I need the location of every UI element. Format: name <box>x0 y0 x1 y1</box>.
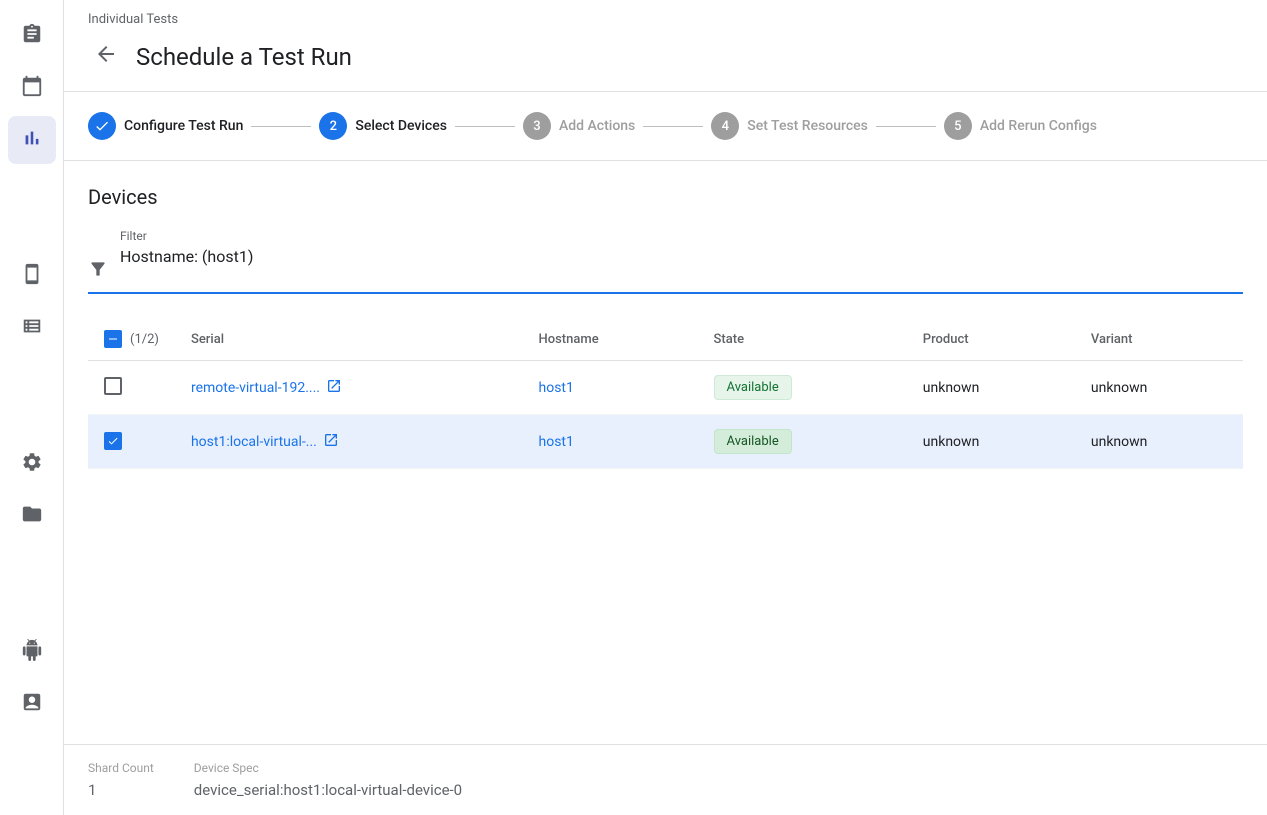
step-2-circle: 2 <box>319 112 347 140</box>
table-row[interactable]: host1:local-virtual-... host1 Available … <box>88 415 1243 469</box>
sidebar <box>0 0 64 815</box>
sidebar-item-settings[interactable] <box>8 440 56 488</box>
row1-state-badge: Available <box>714 375 792 400</box>
breadcrumb: Individual Tests <box>64 0 1267 31</box>
device-spec-field: Device Spec device_serial:host1:local-vi… <box>194 761 462 799</box>
device-spec-label: Device Spec <box>194 761 462 775</box>
shard-count-field: Shard Count 1 <box>88 761 154 799</box>
step-5: 5 Add Rerun Configs <box>944 112 1097 140</box>
step-connector-4 <box>876 126 936 127</box>
step-4: 4 Set Test Resources <box>711 112 868 140</box>
sidebar-item-grid[interactable] <box>8 304 56 352</box>
step-1-label: Configure Test Run <box>124 118 243 134</box>
row2-serial-link[interactable]: host1:local-virtual-... <box>191 432 507 452</box>
stepper: Configure Test Run 2 Select Devices 3 Ad… <box>64 92 1267 161</box>
row2-checkbox-cell[interactable] <box>88 415 175 469</box>
main-content: Individual Tests Schedule a Test Run Con… <box>64 0 1267 815</box>
table-body: remote-virtual-192.... host1 Available u… <box>88 361 1243 469</box>
filter-value: Hostname: (host1) <box>120 247 253 266</box>
row2-state-badge: Available <box>714 429 792 454</box>
step-3: 3 Add Actions <box>523 112 635 140</box>
folder-icon <box>21 503 43 530</box>
step-connector-2 <box>455 126 515 127</box>
row1-checkbox[interactable] <box>104 377 122 395</box>
step-connector-1 <box>251 126 311 127</box>
back-arrow-icon <box>94 42 118 72</box>
col-product: Product <box>907 318 1075 361</box>
devices-section-title: Devices <box>88 185 1243 209</box>
sidebar-item-folder[interactable] <box>8 492 56 540</box>
step-3-label: Add Actions <box>559 118 635 134</box>
row2-hostname: host1 <box>523 415 698 469</box>
select-count: (1/2) <box>130 332 159 347</box>
row1-serial: remote-virtual-192.... <box>175 361 523 415</box>
back-button[interactable] <box>88 39 124 75</box>
sidebar-item-calendar[interactable] <box>8 64 56 112</box>
step-1: Configure Test Run <box>88 112 243 140</box>
grid-icon <box>21 315 43 342</box>
filter-content: Filter Hostname: (host1) <box>120 229 253 266</box>
step-3-circle: 3 <box>523 112 551 140</box>
sidebar-item-chart[interactable] <box>8 116 56 164</box>
step-5-label: Add Rerun Configs <box>980 118 1097 134</box>
row1-checkbox-cell[interactable] <box>88 361 175 415</box>
page-header: Schedule a Test Run <box>64 31 1267 92</box>
step-4-label: Set Test Resources <box>747 118 868 134</box>
row2-serial: host1:local-virtual-... <box>175 415 523 469</box>
select-all-checkbox[interactable] <box>104 330 122 348</box>
filter-label: Filter <box>120 229 253 243</box>
sidebar-item-android[interactable] <box>8 628 56 676</box>
step-4-circle: 4 <box>711 112 739 140</box>
row2-state: Available <box>698 415 907 469</box>
table-row[interactable]: remote-virtual-192.... host1 Available u… <box>88 361 1243 415</box>
settings-icon <box>21 451 43 478</box>
col-variant: Variant <box>1075 318 1243 361</box>
row1-hostname: host1 <box>523 361 698 415</box>
device-spec-value: device_serial:host1:local-virtual-device… <box>194 781 462 799</box>
phone-icon <box>21 263 43 290</box>
filter-container[interactable]: Filter Hostname: (host1) <box>88 229 1243 294</box>
step-2-label: Select Devices <box>355 118 447 134</box>
filter-icon <box>88 245 108 284</box>
step-5-circle: 5 <box>944 112 972 140</box>
row2-product: unknown <box>907 415 1075 469</box>
android-icon <box>21 639 43 666</box>
row1-host-link[interactable]: host1 <box>539 380 574 396</box>
shard-count-label: Shard Count <box>88 761 154 775</box>
sidebar-item-phone[interactable] <box>8 252 56 300</box>
step-2: 2 Select Devices <box>319 112 447 140</box>
step-connector-3 <box>643 126 703 127</box>
col-serial: Serial <box>175 318 523 361</box>
sidebar-item-clipboard[interactable] <box>8 12 56 60</box>
col-hostname: Hostname <box>523 318 698 361</box>
row2-checkbox[interactable] <box>104 432 122 450</box>
shard-count-value: 1 <box>88 781 154 799</box>
row1-product: unknown <box>907 361 1075 415</box>
row1-serial-link[interactable]: remote-virtual-192.... <box>191 378 507 398</box>
external-link-icon <box>326 378 342 398</box>
devices-table: (1/2) Serial Hostname State Product Vari… <box>88 318 1243 469</box>
row2-host-link[interactable]: host1 <box>539 434 574 450</box>
step-1-circle <box>88 112 116 140</box>
bottom-panel: Shard Count 1 Device Spec device_serial:… <box>64 744 1267 815</box>
bar-chart-icon <box>21 127 43 154</box>
col-select: (1/2) <box>88 318 175 361</box>
table-header: (1/2) Serial Hostname State Product Vari… <box>88 318 1243 361</box>
page-title: Schedule a Test Run <box>136 43 352 71</box>
clipboard-icon <box>21 23 43 50</box>
row1-state: Available <box>698 361 907 415</box>
row1-variant: unknown <box>1075 361 1243 415</box>
col-state: State <box>698 318 907 361</box>
row2-variant: unknown <box>1075 415 1243 469</box>
sidebar-item-monitor[interactable] <box>8 680 56 728</box>
monitor-icon <box>21 691 43 718</box>
content-area: Devices Filter Hostname: (host1) <box>64 161 1267 744</box>
calendar-icon <box>21 75 43 102</box>
external-link-icon <box>323 432 339 452</box>
